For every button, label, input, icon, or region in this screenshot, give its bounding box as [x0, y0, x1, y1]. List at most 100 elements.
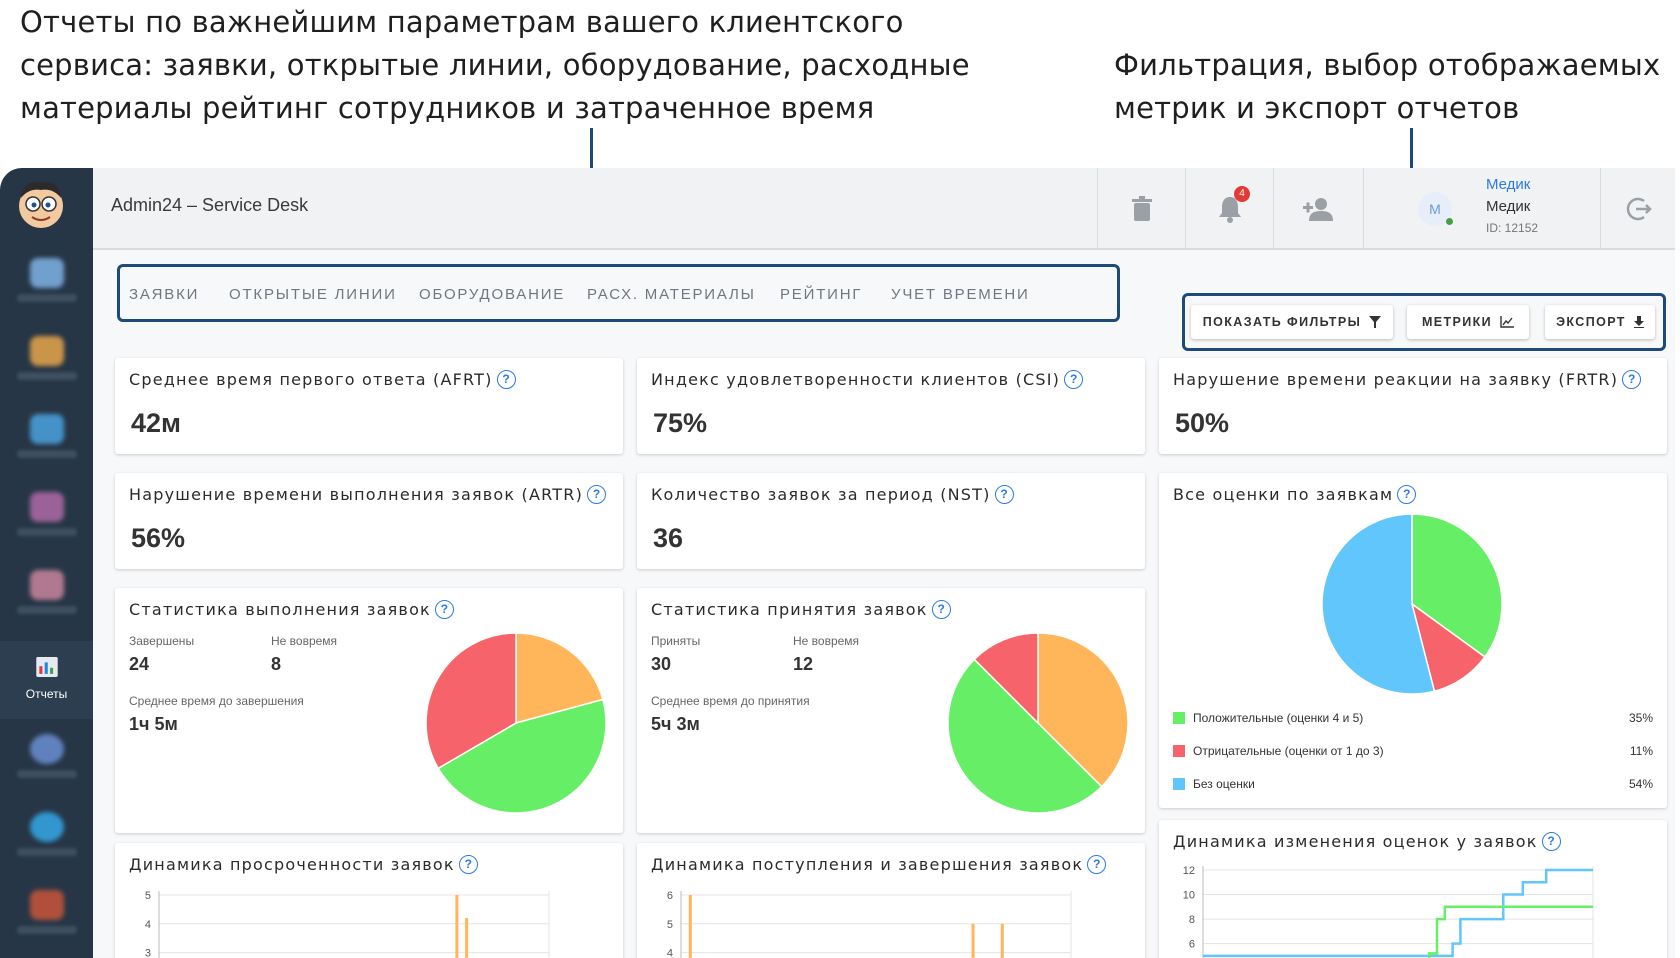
kpi-card-afrt: Среднее время первого ответа (AFRT)? 42м	[115, 358, 623, 454]
user-id: ID: 12152	[1486, 221, 1539, 235]
help-icon[interactable]: ?	[1622, 370, 1642, 389]
kpi-card-artr: Нарушение времени выполнения заявок (ART…	[115, 473, 623, 569]
card-title: Нарушение времени выполнения заявок (ART…	[129, 485, 607, 504]
avg-time-value: 1ч 5м	[129, 714, 178, 734]
metrics-button[interactable]: МЕТРИКИ	[1407, 305, 1529, 339]
avg-time-value: 5ч 3м	[651, 714, 700, 734]
series-line	[1203, 868, 1593, 958]
kpi-value: 36	[653, 523, 684, 553]
card-title-text: Нарушение времени выполнения заявок (ART…	[129, 485, 584, 504]
callout-line: материалы рейтинг сотрудников и затрачен…	[20, 91, 875, 125]
support-icon	[29, 812, 64, 842]
equipment-icon	[29, 570, 64, 600]
line-chart-icon	[1500, 316, 1515, 328]
late-label: Не вовремя	[793, 634, 860, 648]
kpi-value: 75%	[653, 408, 708, 438]
flow-dynamics-card: Динамика поступления и завершения заявок…	[637, 843, 1145, 958]
sidebar-item-label: Отчеты	[25, 687, 68, 701]
online-status-dot	[1446, 218, 1453, 225]
y-tick-label: 6	[1189, 939, 1195, 951]
trash-button[interactable]	[1097, 168, 1185, 250]
y-tick-label: 5	[667, 919, 673, 931]
export-button[interactable]: ЭКСПОРТ	[1545, 305, 1655, 339]
card-title: Статистика выполнения заявок?	[129, 600, 454, 619]
sidebar-item-label-blurred	[16, 294, 77, 302]
tickets-icon	[29, 336, 64, 366]
callout-filters-description: Фильтрация, выбор отображаемых метрик и …	[1114, 44, 1674, 130]
help-icon[interactable]: ?	[1064, 370, 1084, 389]
acceptance-stats-card: Статистика принятия заявок? Приняты 30 Н…	[637, 588, 1145, 833]
completed-value: 24	[129, 654, 150, 674]
help-icon[interactable]: ?	[434, 600, 454, 619]
tab-rating[interactable]: РЕЙТИНГ	[780, 286, 862, 303]
help-icon[interactable]: ?	[994, 485, 1014, 504]
card-title: Все оценки по заявкам?	[1173, 485, 1417, 504]
bar	[465, 918, 469, 958]
y-tick-label: 3	[145, 948, 151, 958]
user-name: Медик	[1486, 198, 1531, 215]
tab-time-tracking[interactable]: УЧЕТ ВРЕМЕНИ	[891, 286, 1030, 303]
sidebar-item-label-blurred	[16, 926, 77, 934]
y-tick-label: 4	[667, 948, 673, 958]
clients-icon	[29, 492, 64, 522]
help-icon[interactable]: ?	[458, 855, 478, 874]
sidebar-item-extra[interactable]	[0, 880, 93, 958]
card-title: Статистика принятия заявок?	[651, 600, 951, 619]
card-title: Нарушение времени реакции на заявку (FRT…	[1173, 370, 1642, 389]
tab-equipment[interactable]: ОБОРУДОВАНИЕ	[419, 286, 565, 303]
download-icon	[1633, 316, 1644, 328]
notifications-button[interactable]: 4	[1185, 168, 1273, 250]
y-tick-label: 8	[1189, 914, 1195, 926]
card-title: Индекс удовлетворенности клиентов (CSI)?	[651, 370, 1084, 389]
user-profile[interactable]: M Медик Медик ID: 12152	[1363, 168, 1595, 250]
completion-pie-chart	[425, 632, 607, 814]
sidebar-item-tickets[interactable]	[0, 326, 93, 404]
help-icon[interactable]: ?	[496, 370, 516, 389]
extra-icon	[29, 890, 64, 920]
help-icon[interactable]: ?	[1087, 855, 1107, 874]
sidebar-item-settings[interactable]	[0, 724, 93, 802]
tab-consumables[interactable]: РАСХ. МАТЕРИАЛЫ	[587, 286, 756, 303]
tab-tickets[interactable]: ЗАЯВКИ	[129, 286, 199, 303]
card-title-text: Все оценки по заявкам	[1173, 485, 1394, 504]
add-user-button[interactable]	[1273, 168, 1361, 250]
card-title-text: Статистика принятия заявок	[651, 600, 928, 619]
kpi-value: 50%	[1175, 408, 1230, 438]
help-icon[interactable]: ?	[1541, 832, 1561, 851]
late-value: 12	[793, 654, 814, 674]
tab-open-lines[interactable]: ОТКРЫТЫЕ ЛИНИИ	[229, 286, 397, 303]
notification-badge: 4	[1234, 186, 1250, 202]
reports-icon	[35, 657, 58, 677]
sidebar-item-reports[interactable]: Отчеты	[0, 641, 93, 719]
sidebar-item-support[interactable]	[0, 802, 93, 880]
legend-label: Отрицательные (оценки от 1 до 3)	[1193, 744, 1384, 758]
card-title-text: Динамика просроченности заявок	[129, 855, 455, 874]
sidebar-item-equipment[interactable]	[0, 560, 93, 638]
logout-button[interactable]	[1600, 168, 1675, 250]
help-icon[interactable]: ?	[931, 600, 951, 619]
sidebar-item-clients[interactable]	[0, 482, 93, 560]
user-name-link[interactable]: Медик	[1486, 176, 1530, 193]
desktop-icon	[29, 258, 64, 288]
sidebar-item-messages[interactable]	[0, 404, 93, 482]
show-filters-button[interactable]: ПОКАЗАТЬ ФИЛЬТРЫ	[1191, 305, 1393, 339]
card-title: Динамика просроченности заявок?	[129, 855, 478, 874]
accepted-value: 30	[651, 654, 672, 674]
card-title: Среднее время первого ответа (AFRT)?	[129, 370, 516, 389]
card-title-text: Среднее время первого ответа (AFRT)	[129, 370, 493, 389]
help-icon[interactable]: ?	[587, 485, 607, 504]
legend-label: Без оценки	[1193, 777, 1255, 791]
callout-reports-description: Отчеты по важнейшим параметрам вашего кл…	[20, 1, 980, 130]
legend-percent: 11%	[1629, 744, 1653, 758]
card-title-text: Динамика изменения оценок у заявок	[1173, 832, 1538, 851]
bar	[455, 895, 459, 958]
flow-bar-chart: 6 5 4	[667, 890, 1072, 958]
help-icon[interactable]: ?	[1397, 485, 1417, 504]
logout-icon	[1626, 197, 1652, 221]
sidebar-item-label-blurred	[16, 450, 77, 458]
sidebar-item-desktop[interactable]	[0, 248, 93, 326]
card-title: Динамика изменения оценок у заявок?	[1173, 832, 1561, 851]
card-title-text: Нарушение времени реакции на заявку (FRT…	[1173, 370, 1619, 389]
logo-icon[interactable]	[13, 176, 69, 232]
callout-line: сервиса: заявки, открытые линии, оборудо…	[20, 48, 970, 82]
